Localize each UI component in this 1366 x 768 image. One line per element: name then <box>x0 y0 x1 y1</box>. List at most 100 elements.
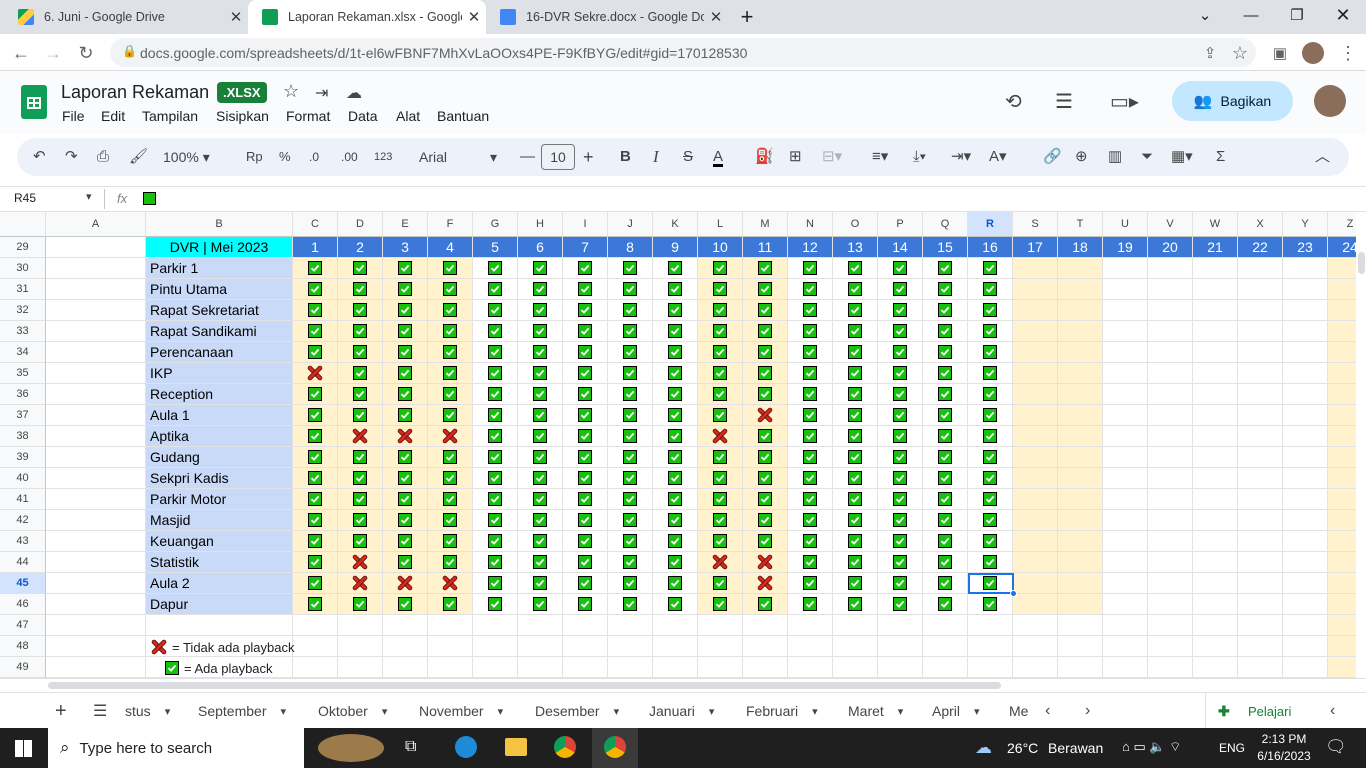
checkbox-checked-icon[interactable] <box>488 555 502 569</box>
checkbox-checked-icon[interactable] <box>713 408 727 422</box>
day-cell[interactable] <box>563 426 608 447</box>
select-all-corner[interactable] <box>0 212 46 237</box>
day-cell[interactable] <box>1148 363 1193 384</box>
day-cell[interactable] <box>1328 489 1356 510</box>
day-cell[interactable] <box>1058 468 1103 489</box>
day-cell[interactable] <box>293 573 338 594</box>
filter-icon[interactable]: ⏷ <box>1141 147 1153 167</box>
checkbox-checked-icon[interactable] <box>398 282 412 296</box>
day-cell[interactable] <box>293 489 338 510</box>
cell-blank[interactable] <box>338 636 383 657</box>
checkbox-checked-icon[interactable] <box>713 471 727 485</box>
checkbox-checked-icon[interactable] <box>533 555 547 569</box>
checkbox-checked-icon[interactable] <box>848 534 862 548</box>
checkbox-checked-icon[interactable] <box>893 492 907 506</box>
day-cell[interactable] <box>563 489 608 510</box>
day-cell[interactable] <box>788 279 833 300</box>
checkbox-checked-icon[interactable] <box>713 450 727 464</box>
day-cell[interactable] <box>1013 279 1058 300</box>
day-cell[interactable] <box>833 342 878 363</box>
day-cell[interactable] <box>1328 468 1356 489</box>
cell-blank[interactable] <box>46 531 146 552</box>
day-cell[interactable] <box>968 363 1013 384</box>
account-avatar[interactable] <box>1314 85 1346 117</box>
day-cell[interactable] <box>833 405 878 426</box>
checkbox-checked-icon[interactable] <box>668 576 682 590</box>
day-cell[interactable] <box>338 321 383 342</box>
insert-comment-icon[interactable]: ⊕ <box>1075 147 1088 167</box>
day-cell[interactable] <box>788 405 833 426</box>
cell-blank[interactable] <box>383 657 428 678</box>
checkbox-checked-icon[interactable] <box>758 387 772 401</box>
checkbox-checked-icon[interactable] <box>758 324 772 338</box>
day-cell[interactable] <box>383 552 428 573</box>
day-cell[interactable] <box>788 363 833 384</box>
day-cell[interactable] <box>1328 426 1356 447</box>
checkbox-checked-icon[interactable] <box>398 471 412 485</box>
day-cell[interactable] <box>518 489 563 510</box>
sheets-logo-icon[interactable] <box>21 85 47 119</box>
checkbox-checked-icon[interactable] <box>803 471 817 485</box>
day-cell[interactable] <box>878 594 923 615</box>
day-cell[interactable] <box>923 573 968 594</box>
day-cell[interactable] <box>968 510 1013 531</box>
row-header[interactable]: 46 <box>0 594 46 615</box>
day-cell[interactable] <box>1193 531 1238 552</box>
checkbox-checked-icon[interactable] <box>668 387 682 401</box>
day-cell[interactable] <box>518 321 563 342</box>
checkbox-checked-icon[interactable] <box>533 534 547 548</box>
day-cell[interactable] <box>428 510 473 531</box>
checkbox-checked-icon[interactable] <box>668 513 682 527</box>
day-cell[interactable] <box>923 342 968 363</box>
cell-blank[interactable] <box>46 363 146 384</box>
day-cell[interactable] <box>473 384 518 405</box>
all-sheets-icon[interactable]: ☰ <box>93 693 107 729</box>
menu-view[interactable]: Tampilan <box>142 108 198 124</box>
checkbox-checked-icon[interactable] <box>668 492 682 506</box>
day-cell[interactable] <box>788 321 833 342</box>
checkbox-checked-icon[interactable] <box>443 597 457 611</box>
day-cell[interactable] <box>428 321 473 342</box>
cell-blank[interactable] <box>46 468 146 489</box>
day-cell[interactable] <box>1193 552 1238 573</box>
checkbox-checked-icon[interactable] <box>443 471 457 485</box>
day-cell[interactable] <box>428 552 473 573</box>
cell-blank[interactable] <box>46 342 146 363</box>
checkbox-checked-icon[interactable] <box>803 324 817 338</box>
checkbox-checked-icon[interactable] <box>398 408 412 422</box>
day-cell[interactable] <box>1103 468 1148 489</box>
day-cell[interactable] <box>1148 531 1193 552</box>
sheet-tab[interactable]: stus ▾ <box>125 693 170 729</box>
checkbox-checked-icon[interactable] <box>803 513 817 527</box>
weather-temp[interactable]: 26°C <box>1007 740 1038 756</box>
day-cell[interactable] <box>1058 594 1103 615</box>
checkbox-checked-icon[interactable] <box>893 345 907 359</box>
checkbox-checked-icon[interactable] <box>713 492 727 506</box>
font-size-input[interactable]: 10 <box>541 144 575 170</box>
checkbox-checked-icon[interactable] <box>983 261 997 275</box>
day-cell[interactable] <box>1238 468 1283 489</box>
checkbox-checked-icon[interactable] <box>713 303 727 317</box>
checkbox-checked-icon[interactable] <box>353 366 367 380</box>
day-cell[interactable] <box>788 258 833 279</box>
day-cell[interactable] <box>1328 258 1356 279</box>
checkbox-checked-icon[interactable] <box>713 576 727 590</box>
vertical-scrollbar[interactable] <box>1356 212 1366 678</box>
checkbox-checked-icon[interactable] <box>803 492 817 506</box>
checkbox-checked-icon[interactable] <box>893 408 907 422</box>
day-cell[interactable] <box>1328 384 1356 405</box>
day-cell[interactable] <box>563 468 608 489</box>
day-cell[interactable] <box>1013 258 1058 279</box>
cell-blank[interactable] <box>878 636 923 657</box>
checkbox-checked-icon[interactable] <box>308 429 322 443</box>
day-cell[interactable] <box>1238 594 1283 615</box>
day-cell[interactable] <box>1283 321 1328 342</box>
checkbox-checked-icon[interactable] <box>308 345 322 359</box>
day-cell[interactable] <box>1058 447 1103 468</box>
close-window-button[interactable]: ✕ <box>1320 0 1366 30</box>
name-box[interactable]: R45 <box>14 191 36 205</box>
day-cell[interactable] <box>338 447 383 468</box>
checkbox-checked-icon[interactable] <box>533 513 547 527</box>
day-cell[interactable] <box>878 510 923 531</box>
checkbox-checked-icon[interactable] <box>983 597 997 611</box>
